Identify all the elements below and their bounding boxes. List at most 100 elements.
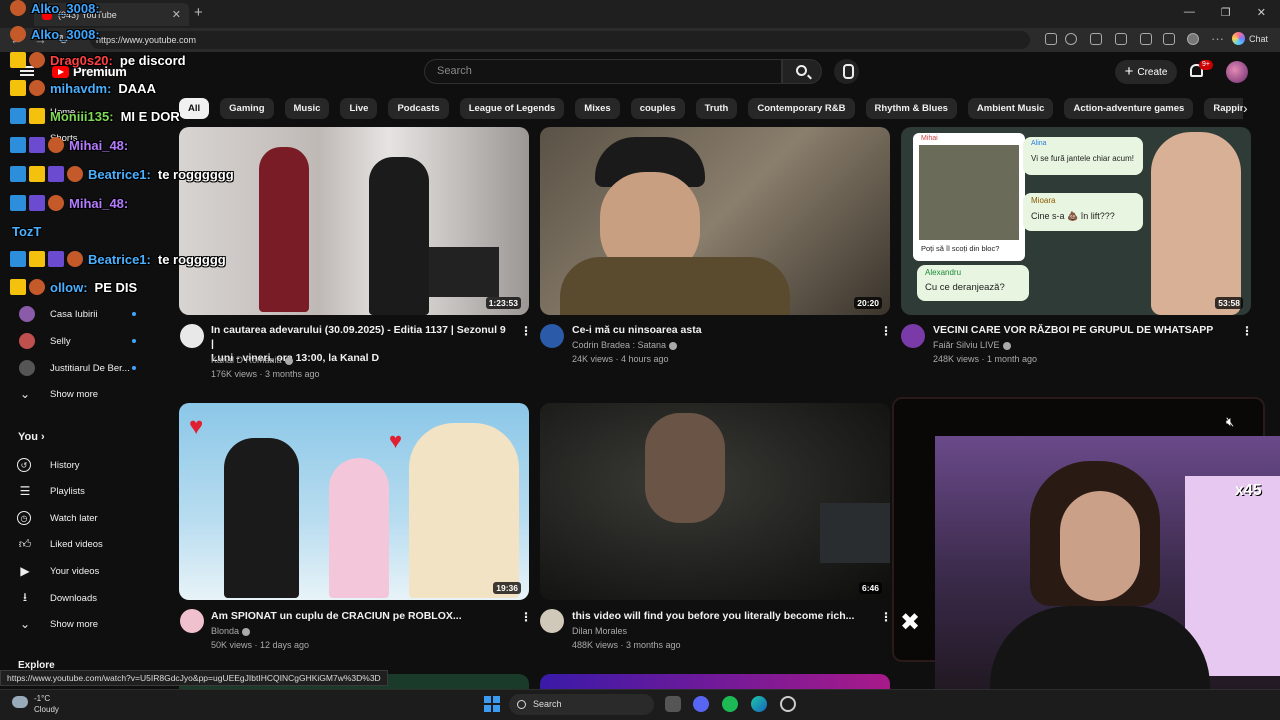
collections-icon[interactable] bbox=[1163, 33, 1175, 45]
spotify-icon[interactable] bbox=[722, 696, 738, 712]
windows-start-icon[interactable] bbox=[484, 696, 500, 712]
close-tab-icon[interactable]: ✕ bbox=[172, 8, 181, 21]
chip-podcasts[interactable]: Podcasts bbox=[388, 98, 449, 119]
chip-gaming[interactable]: Gaming bbox=[220, 98, 274, 119]
chevron-right-icon: › bbox=[41, 431, 45, 443]
video-thumbnail[interactable]: Mihai Poți să îl scoți din bloc? Alina V… bbox=[901, 127, 1251, 315]
sidebar-item-playlists[interactable]: ☰ Playlists bbox=[17, 479, 157, 503]
sidebar-subscription[interactable]: Selly bbox=[17, 329, 157, 353]
maximize-icon[interactable]: ❐ bbox=[1221, 6, 1231, 19]
sidebar-subscription[interactable]: Justitiarul De Ber... bbox=[17, 356, 157, 380]
more-actions-icon[interactable]: ⋮ bbox=[1241, 324, 1253, 338]
sidebar-item-your-videos[interactable]: ▶ Your videos bbox=[17, 559, 157, 583]
thumbnail-figure bbox=[409, 423, 519, 598]
sidebar-item-watch-later[interactable]: ◷ Watch later bbox=[17, 506, 157, 530]
more-actions-icon[interactable]: ⋮ bbox=[880, 610, 892, 624]
sidebar-item-downloads[interactable]: ⭳ Downloads bbox=[17, 586, 157, 610]
chip-league-of-legends[interactable]: League of Legends bbox=[459, 98, 565, 119]
video-channel[interactable]: Faiăr Silviu LIVE bbox=[933, 340, 1011, 350]
thumbnail-face bbox=[1151, 132, 1241, 315]
video-thumbnail[interactable]: 20:20 bbox=[540, 127, 890, 315]
more-actions-icon[interactable]: ⋮ bbox=[880, 324, 892, 338]
reader-icon[interactable] bbox=[1045, 33, 1057, 45]
favorite-icon[interactable] bbox=[1065, 33, 1077, 45]
url-field[interactable]: https://www.youtube.com bbox=[90, 31, 1030, 49]
more-actions-icon[interactable]: ⋮ bbox=[520, 324, 532, 338]
video-meta: 176K views · 3 months ago bbox=[211, 369, 320, 379]
video-duration: 19:36 bbox=[493, 582, 521, 594]
favorites-icon[interactable] bbox=[1140, 33, 1152, 45]
chip-mixes[interactable]: Mixes bbox=[575, 98, 620, 119]
video-duration: 53:58 bbox=[1215, 297, 1243, 309]
new-tab-icon[interactable]: + bbox=[194, 4, 203, 21]
chip-live[interactable]: Live bbox=[340, 98, 378, 119]
minimize-icon[interactable]: — bbox=[1184, 6, 1195, 19]
video-channel[interactable]: Blonda bbox=[211, 626, 251, 636]
taskbar-search[interactable]: Search bbox=[509, 694, 654, 715]
sidebar-item-label: Downloads bbox=[50, 592, 97, 604]
chat-username: Mihai_48: bbox=[69, 195, 129, 211]
sidebar-show-more[interactable]: ⌄ Show more bbox=[17, 612, 157, 636]
star-badge-icon bbox=[29, 137, 45, 153]
edge-icon[interactable] bbox=[751, 696, 767, 712]
close-icon[interactable]: ✖ bbox=[900, 608, 920, 637]
verified-icon bbox=[284, 356, 293, 365]
more-actions-icon[interactable]: ⋮ bbox=[520, 610, 532, 624]
chip-all[interactable]: All bbox=[179, 98, 210, 119]
mute-icon[interactable]: 🔇︎ bbox=[1226, 414, 1234, 430]
video-title[interactable]: this video will find you before you lite… bbox=[572, 609, 872, 623]
profile-icon[interactable] bbox=[1187, 33, 1199, 45]
channel-avatar[interactable] bbox=[540, 609, 564, 633]
chat-username: mihavdm: bbox=[50, 80, 112, 96]
channel-avatar[interactable] bbox=[180, 609, 204, 633]
video-title[interactable]: Am SPIONAT un cuplu de CRACIUN pe ROBLOX… bbox=[211, 609, 511, 623]
chip-music[interactable]: Music bbox=[284, 98, 330, 119]
chip-couples[interactable]: couples bbox=[630, 98, 685, 119]
search-input[interactable]: Search bbox=[424, 59, 782, 84]
fox-badge-icon bbox=[48, 137, 64, 153]
account-avatar[interactable] bbox=[1226, 61, 1248, 83]
chat-username: Mihai_48: bbox=[69, 137, 129, 153]
video-title[interactable]: VECINI CARE VOR RĂZBOI PE GRUPUL DE WHAT… bbox=[933, 323, 1243, 337]
voice-search-button[interactable] bbox=[834, 59, 859, 84]
chip-rhythm-blues[interactable]: Rhythm & Blues bbox=[865, 98, 957, 119]
task-view-icon[interactable] bbox=[665, 696, 681, 712]
search-button[interactable] bbox=[782, 59, 822, 84]
chip-action-adventure-games[interactable]: Action-adventure games bbox=[1064, 98, 1194, 119]
channel-avatar[interactable] bbox=[901, 324, 925, 348]
video-thumbnail[interactable]: 6:46 bbox=[540, 403, 890, 600]
blue-badge-icon bbox=[10, 137, 26, 153]
browser-tabbar: (943) YouTube ✕ + — ❐ ✕ bbox=[0, 0, 1280, 28]
video-thumbnail[interactable]: ♥ ♥ 19:36 bbox=[179, 403, 529, 600]
sidebar-item-liked-videos[interactable]: 👍︎ Liked videos bbox=[17, 532, 157, 556]
sidebar-item-history[interactable]: ↺ History bbox=[17, 453, 157, 477]
create-button[interactable]: + Create bbox=[1115, 60, 1177, 84]
sidebar-you-heading[interactable]: You › bbox=[18, 431, 45, 443]
channel-avatar[interactable] bbox=[540, 324, 564, 348]
video-channel[interactable]: Dilan Morales bbox=[572, 626, 627, 636]
chip-truth[interactable]: Truth bbox=[695, 98, 738, 119]
chevron-right-icon[interactable]: › bbox=[1243, 100, 1248, 116]
close-window-icon[interactable]: ✕ bbox=[1257, 6, 1266, 19]
split-screen-icon[interactable] bbox=[1115, 33, 1127, 45]
more-options-icon[interactable]: ··· bbox=[1211, 31, 1224, 46]
video-thumbnail[interactable]: 1:23:53 bbox=[179, 127, 529, 315]
copilot-chat-button[interactable]: Chat bbox=[1232, 32, 1268, 45]
sidebar-show-more[interactable]: ⌄ Show more bbox=[17, 382, 157, 406]
channel-avatar[interactable] bbox=[180, 324, 204, 348]
chat-bubble-text: Cine s-a 💩 în lift??? bbox=[1031, 211, 1115, 221]
sidebar-subscription[interactable]: Casa Iubirii bbox=[17, 302, 157, 326]
video-title[interactable]: Ce-i mă cu ninsoarea asta bbox=[572, 323, 872, 337]
video-channel[interactable]: Codrin Bradea : Satana bbox=[572, 340, 678, 350]
heart-icon: ♥ bbox=[189, 413, 204, 440]
chat-username: Drag0s20: bbox=[50, 52, 113, 68]
chip-contemporary-r-b[interactable]: Contemporary R&B bbox=[748, 98, 855, 119]
chip-ambient-music[interactable]: Ambient Music bbox=[967, 98, 1054, 119]
chat-message: TozT bbox=[10, 224, 41, 239]
discord-icon[interactable] bbox=[693, 696, 709, 712]
obs-icon[interactable] bbox=[780, 696, 796, 712]
crown-badge-icon bbox=[29, 166, 45, 182]
extensions-icon[interactable] bbox=[1090, 33, 1102, 45]
video-channel[interactable]: Kanal D Romania bbox=[211, 355, 293, 365]
chip-rapping[interactable]: Rapping bbox=[1204, 98, 1243, 119]
